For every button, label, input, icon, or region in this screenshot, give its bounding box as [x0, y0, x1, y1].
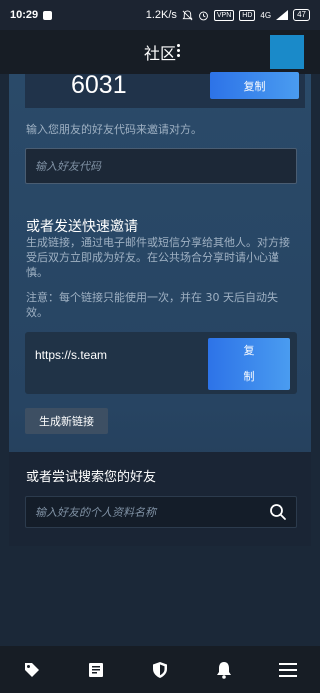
friend-code-value: 6031: [71, 71, 127, 99]
generate-link-button[interactable]: 生成新链接: [25, 408, 108, 434]
search-friends-section: 或者尝试搜索您的好友 输入好友的个人资料名称: [9, 452, 311, 546]
bottom-nav: [0, 646, 320, 693]
copy-link-button[interactable]: 复 制: [208, 338, 290, 390]
search-placeholder: 输入好友的个人资料名称: [35, 506, 156, 519]
search-title: 或者尝试搜索您的好友: [26, 470, 157, 485]
network-type: 4G: [260, 10, 272, 20]
copy-link-label-2: 制: [243, 370, 255, 383]
status-indicators: 1.2K/s VPN HD 4G 47: [146, 9, 310, 21]
search-icon[interactable]: [269, 503, 287, 521]
avatar[interactable]: [270, 35, 304, 69]
mute-icon: [182, 9, 193, 20]
menu-icon[interactable]: [278, 660, 298, 680]
status-time: 10:29: [10, 9, 39, 21]
hd-badge: HD: [239, 9, 256, 21]
quick-invite-note: 注意：每个链接只能使用一次，并在 30 天后自动失效。: [26, 291, 278, 319]
battery-indicator: 47: [293, 9, 310, 21]
notifications-icon[interactable]: [214, 660, 234, 680]
friend-code-box: 6031 复制: [25, 71, 305, 108]
store-icon[interactable]: [22, 660, 42, 680]
copy-link-label-1: 复: [243, 344, 255, 357]
community-icon[interactable]: [150, 660, 170, 680]
quick-invite-description: 生成链接，通过电子邮件或短信分享给其他人。对方接受后双方立即成为好友。在公共场合…: [26, 236, 290, 279]
invite-link-box: https://s.team 复 制: [25, 332, 297, 394]
invite-link-text: https://s.team: [35, 348, 108, 362]
alarm-icon: [198, 11, 208, 20]
status-bar: 10:29 1.2K/s VPN HD 4G 47: [0, 0, 320, 30]
page-title: 社区: [143, 44, 176, 63]
more-options-icon[interactable]: [177, 42, 180, 59]
vpn-badge: VPN: [213, 9, 235, 21]
library-icon[interactable]: [86, 660, 106, 680]
network-speed: 1.2K/s: [145, 9, 177, 21]
friend-code-description: 输入您朋友的好友代码来邀请对方。: [26, 123, 202, 136]
search-input[interactable]: 输入好友的个人资料名称: [25, 496, 297, 528]
friend-code-input[interactable]: 输入好友代码: [25, 148, 297, 184]
signal-icon: [276, 10, 289, 20]
quick-invite-title: 或者发送快速邀请: [26, 219, 138, 235]
notification-icon: [43, 10, 53, 20]
copy-code-button[interactable]: 复制: [210, 72, 299, 99]
add-friend-card: 6031 复制 输入您朋友的好友代码来邀请对方。 输入好友代码 或者发送快速邀请…: [9, 71, 311, 546]
app-header: 社区: [0, 30, 320, 74]
